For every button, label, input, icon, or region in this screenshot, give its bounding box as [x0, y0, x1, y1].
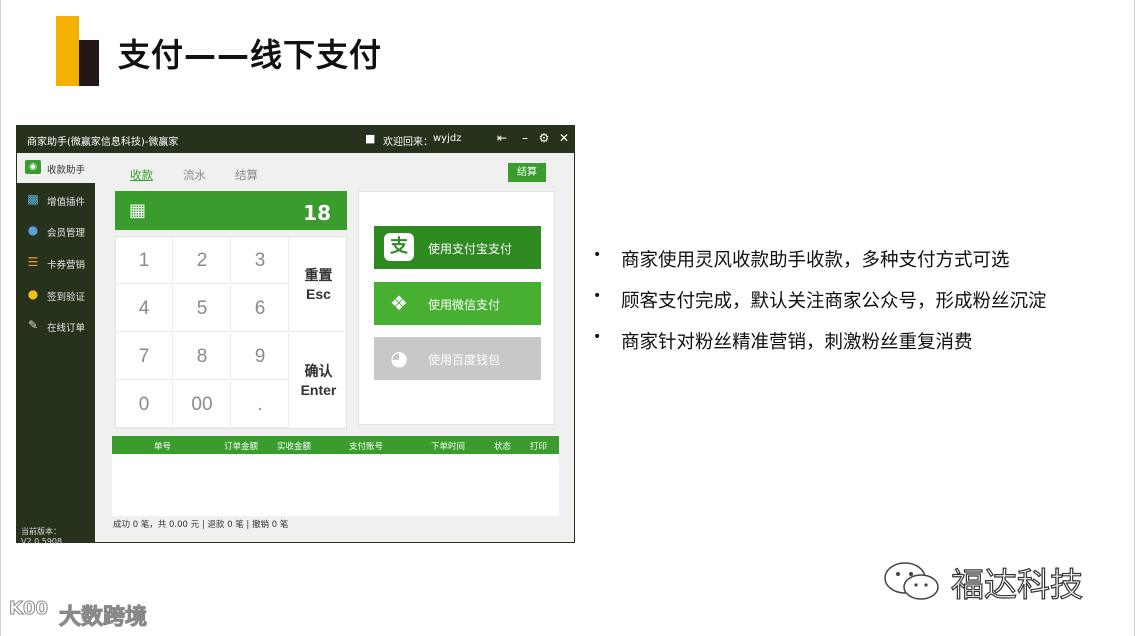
- wechat-pay-button[interactable]: ❖ 使用微信支付: [374, 282, 541, 325]
- alipay-label: 使用支付宝支付: [428, 242, 513, 256]
- coupon-icon: ☰: [27, 255, 39, 269]
- column-header: 打印: [530, 442, 548, 452]
- payment-panel: 支 使用支付宝支付 ❖ 使用微信支付 ◕ 使用百度钱包: [358, 191, 555, 425]
- bullet-dot: •: [593, 288, 602, 304]
- slide-title: 支付——线下支付: [118, 36, 383, 74]
- wechat-logo-icon: [884, 562, 939, 600]
- column-header: 状态: [494, 442, 512, 452]
- column-header: 支付账号: [349, 442, 384, 452]
- key-9[interactable]: 9: [232, 333, 289, 380]
- tab-flow[interactable]: 流水: [183, 167, 206, 183]
- puzzle-icon: ▩: [27, 192, 39, 206]
- sidebar-item-coupons[interactable]: ☰ 卡券营销: [17, 248, 95, 278]
- bullet-text: 商家使用灵风收款助手收款，多种支付方式可选: [621, 250, 1010, 271]
- keypad: 1 2 3 4 5 6 7 8 9 0 00 . 重置 Esc 确认 Enter: [115, 236, 347, 429]
- watermark-logo: K00: [9, 598, 49, 620]
- version-label: 当前版本：V2.0.5908: [21, 527, 63, 546]
- slide: 支付——线下支付 商家助手(微赢家信息科技)-微赢家 ■ 欢迎回来： wyjdz…: [0, 0, 1135, 636]
- column-header: 实收金额: [277, 442, 312, 452]
- summary-bar: 成功 0 笔，共 0.00 元 | 退款 0 笔 | 撤销 0 笔: [113, 520, 289, 530]
- key-3[interactable]: 3: [232, 237, 289, 284]
- cash-register-icon: ◉: [25, 160, 41, 174]
- sidebar-item-label: 会员管理: [47, 228, 86, 239]
- orders-table-header: 单号 订单金额 实收金额 支付账号 下单时间 状态 打印: [112, 436, 559, 454]
- key-1[interactable]: 1: [116, 237, 173, 284]
- alipay-icon: 支: [384, 233, 414, 261]
- orders-table-body: [112, 454, 559, 516]
- reset-key: Esc: [306, 286, 331, 302]
- wechat-icon: ❖: [390, 291, 408, 315]
- window-titlebar: 商家助手(微赢家信息科技)-微赢家 ■ 欢迎回来： wyjdz ⇤ – ⚙ ✕: [17, 126, 574, 153]
- key-0[interactable]: 0: [116, 381, 173, 428]
- sidebar-item-label: 卡券营销: [47, 260, 86, 271]
- settings-icon[interactable]: ⚙: [537, 131, 551, 145]
- checkin-icon: ●: [27, 287, 39, 301]
- column-header: 单号: [154, 442, 172, 452]
- key-7[interactable]: 7: [116, 333, 173, 380]
- confirm-label: 确认: [304, 363, 333, 379]
- tab-settlement[interactable]: 结算: [235, 167, 258, 183]
- sidebar-item-orders[interactable]: ✎ 在线订单: [17, 311, 95, 341]
- confirm-button[interactable]: 确认 Enter: [290, 333, 347, 428]
- key-8[interactable]: 8: [174, 333, 231, 380]
- close-icon[interactable]: ✕: [557, 131, 571, 145]
- watermark-text: 福达科技: [950, 564, 1083, 604]
- bullet-text: 顾客支付完成，默认关注商家公众号，形成粉丝沉淀: [621, 291, 1047, 312]
- tab-collect[interactable]: 收款: [130, 167, 153, 183]
- amount-display: ▦ 18: [115, 191, 347, 230]
- merchant-assistant-window: 商家助手(微赢家信息科技)-微赢家 ■ 欢迎回来： wyjdz ⇤ – ⚙ ✕ …: [16, 125, 575, 546]
- members-icon: ●: [27, 223, 39, 237]
- minimize-icon[interactable]: –: [518, 131, 532, 145]
- bullet-dot: •: [593, 329, 602, 345]
- bullet-dot: •: [593, 247, 602, 263]
- bullet-text: 商家针对粉丝精准营销，刺激粉丝重复消费: [621, 332, 973, 353]
- baidu-wallet-icon: ◕: [390, 346, 408, 370]
- sidebar-item-cashier[interactable]: ◉ 收款助手: [17, 153, 95, 183]
- sidebar-item-label: 在线订单: [47, 323, 86, 334]
- sidebar-item-plugins[interactable]: ▩ 增值插件: [17, 185, 95, 215]
- reset-button[interactable]: 重置 Esc: [290, 237, 347, 332]
- username: wyjdz: [433, 133, 462, 144]
- reset-label: 重置: [304, 267, 333, 283]
- settle-button[interactable]: 结算: [508, 163, 546, 182]
- sidebar: ◉ 收款助手 ▩ 增值插件 ● 会员管理 ☰ 卡券营销 ● 签到验证 ✎ 在线订…: [17, 153, 95, 546]
- sidebar-item-label: 收款助手: [47, 165, 86, 176]
- key-dot[interactable]: .: [232, 381, 289, 428]
- window-title: 商家助手(微赢家信息科技)-微赢家: [27, 137, 179, 148]
- key-00[interactable]: 00: [174, 381, 231, 428]
- column-header: 订单金额: [224, 442, 259, 452]
- sidebar-item-members[interactable]: ● 会员管理: [17, 216, 95, 246]
- watermark-text: 大数跨境: [58, 605, 148, 631]
- welcome-text: 欢迎回来：: [383, 137, 433, 148]
- column-header: 下单时间: [431, 442, 466, 452]
- sidebar-item-checkin[interactable]: ● 签到验证: [17, 280, 95, 310]
- calculator-icon: ▦: [129, 200, 147, 221]
- amount-value: 18: [303, 201, 331, 225]
- baidu-wallet-label: 使用百度钱包: [428, 353, 501, 367]
- baidu-wallet-button[interactable]: ◕ 使用百度钱包: [374, 337, 541, 380]
- key-6[interactable]: 6: [232, 285, 289, 332]
- title-accent-yellow: [56, 16, 79, 86]
- key-4[interactable]: 4: [116, 285, 173, 332]
- order-icon: ✎: [27, 318, 39, 332]
- pin-icon[interactable]: ⇤: [495, 131, 509, 145]
- user-icon: ■: [365, 132, 376, 145]
- wechat-label: 使用微信支付: [428, 298, 501, 312]
- sidebar-item-label: 增值插件: [47, 197, 86, 208]
- alipay-button[interactable]: 支 使用支付宝支付: [374, 226, 541, 269]
- title-accent-dark: [79, 40, 99, 86]
- key-2[interactable]: 2: [174, 237, 231, 284]
- confirm-key: Enter: [300, 382, 337, 398]
- key-5[interactable]: 5: [174, 285, 231, 332]
- sidebar-item-label: 签到验证: [47, 292, 86, 303]
